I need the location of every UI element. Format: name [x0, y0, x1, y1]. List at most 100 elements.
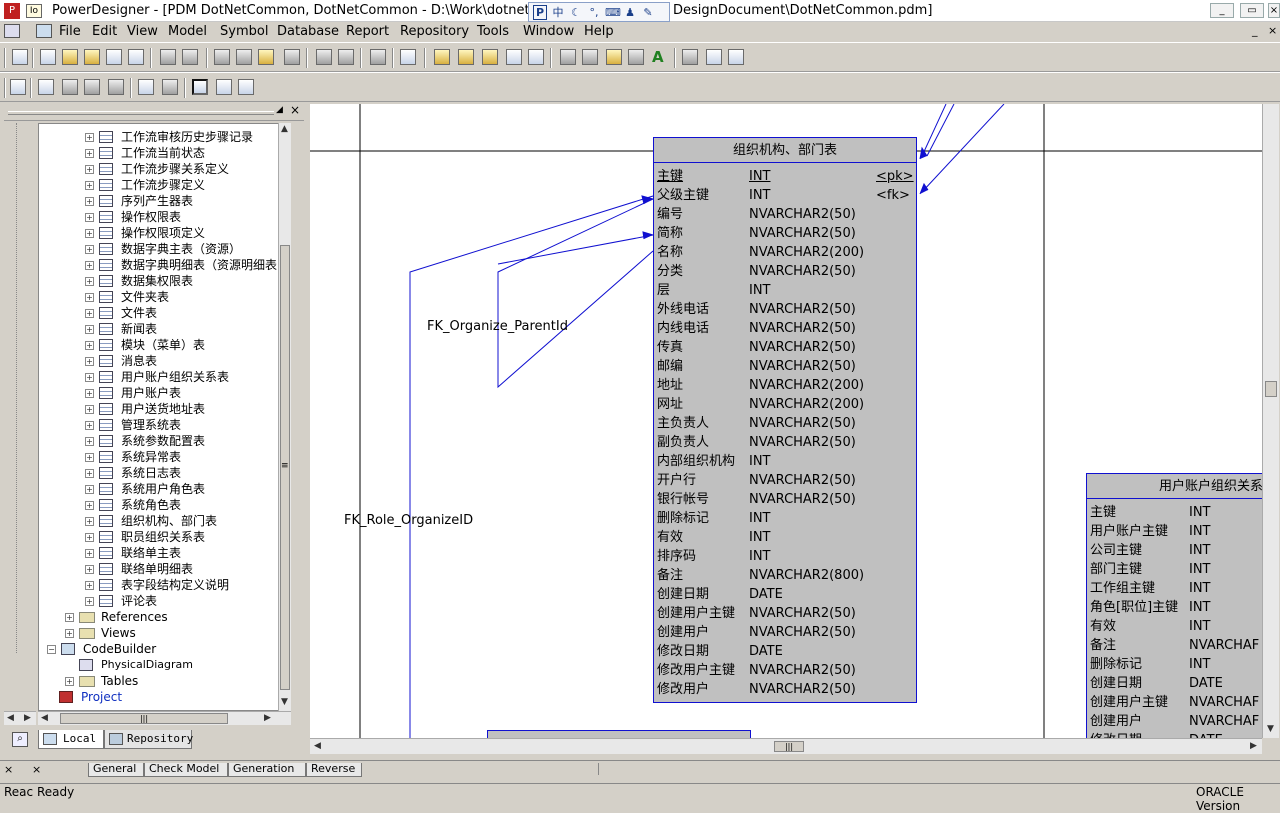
grid-view-icon[interactable]: [238, 79, 254, 95]
ime-chinese-icon[interactable]: 中: [551, 4, 565, 20]
ungroup-icon[interactable]: [582, 49, 598, 65]
expand-toggle[interactable]: +: [85, 533, 94, 542]
expand-toggle[interactable]: +: [85, 197, 94, 206]
tab-reverse[interactable]: Reverse: [306, 763, 362, 777]
copy-icon[interactable]: [236, 49, 252, 65]
menu-tools[interactable]: Tools: [477, 24, 509, 39]
browser-close-icon[interactable]: ×: [290, 103, 300, 117]
print-icon[interactable]: [182, 49, 198, 65]
expand-toggle[interactable]: +: [85, 469, 94, 478]
model-tree[interactable]: + 工作流审核历史步骤记录 + 工作流当前状态 + 工作流步骤关系定义 + 工作流步骤定义 + 序…: [38, 123, 290, 711]
diagram-canvas[interactable]: FK_Organize_ParentId FK_Role_OrganizeID …: [310, 104, 1262, 738]
cascade-icon[interactable]: [162, 79, 178, 95]
ime-moon-icon[interactable]: ☾: [569, 6, 583, 19]
cut-icon[interactable]: [214, 49, 230, 65]
undo-icon[interactable]: [316, 49, 332, 65]
fk-parent-label[interactable]: FK_Organize_ParentId: [427, 319, 568, 334]
minimize-button[interactable]: _: [1210, 3, 1234, 18]
ime-tool-icon[interactable]: ✎: [641, 6, 655, 19]
delete-icon[interactable]: [284, 49, 300, 65]
menu-help[interactable]: Help: [584, 24, 614, 39]
menu-edit[interactable]: Edit: [92, 24, 117, 39]
menu-window[interactable]: Window: [523, 24, 574, 39]
fill-icon[interactable]: [628, 49, 644, 65]
browser-toggle-icon[interactable]: [38, 79, 54, 95]
tab-generation[interactable]: Generation: [228, 763, 306, 777]
menu-symbol[interactable]: Symbol: [220, 24, 268, 39]
output-close-icon-2[interactable]: ×: [32, 763, 41, 776]
back-icon[interactable]: [706, 49, 722, 65]
tab-repository[interactable]: Repository: [104, 730, 193, 749]
expand-toggle[interactable]: +: [85, 389, 94, 398]
expand-toggle[interactable]: +: [85, 517, 94, 526]
forward-icon[interactable]: [728, 49, 744, 65]
save-icon[interactable]: [106, 49, 122, 65]
menu-repository[interactable]: Repository: [400, 24, 469, 39]
impact-icon[interactable]: [528, 49, 544, 65]
mdi-close-button[interactable]: ×: [1268, 24, 1277, 37]
output-toggle-icon[interactable]: [62, 79, 78, 95]
zoom-icon[interactable]: [192, 79, 208, 95]
expand-toggle[interactable]: +: [85, 309, 94, 318]
generate-icon[interactable]: [434, 49, 450, 65]
new-model-icon[interactable]: [12, 49, 28, 65]
menu-file[interactable]: File: [59, 24, 81, 39]
ime-logo-icon[interactable]: P: [533, 4, 547, 20]
list-view-icon[interactable]: [216, 79, 232, 95]
expand-toggle[interactable]: +: [85, 229, 94, 238]
pen-icon[interactable]: [606, 49, 622, 65]
mdi-minimize-button[interactable]: _: [1252, 24, 1258, 37]
model-browser-icon[interactable]: [10, 79, 26, 95]
fk-role-organizeid-line[interactable]: [409, 195, 654, 738]
expand-toggle[interactable]: +: [85, 501, 94, 510]
expand-toggle[interactable]: +: [85, 373, 94, 382]
expand-toggle[interactable]: +: [85, 181, 94, 190]
paste-icon[interactable]: [258, 49, 274, 65]
menu-report[interactable]: Report: [346, 24, 389, 39]
window-toggle-icon[interactable]: [108, 79, 124, 95]
ime-punct-icon[interactable]: °,: [587, 6, 601, 19]
output-close-icon[interactable]: ×: [4, 763, 13, 776]
properties-icon[interactable]: [370, 49, 386, 65]
expand-toggle[interactable]: +: [85, 581, 94, 590]
entity-partial[interactable]: [487, 730, 751, 738]
tile-icon[interactable]: [138, 79, 154, 95]
new-project-icon[interactable]: [62, 49, 78, 65]
expand-toggle[interactable]: +: [85, 357, 94, 366]
expand-toggle[interactable]: +: [85, 245, 94, 254]
expand-toggle[interactable]: +: [85, 453, 94, 462]
tree-vertical-scrollbar[interactable]: ▲ ≡ ▼: [278, 123, 291, 711]
tree-horizontal-scrollbar[interactable]: ◀ ||| ▶: [38, 711, 291, 725]
expand-toggle[interactable]: +: [85, 165, 94, 174]
expand-toggle[interactable]: +: [85, 485, 94, 494]
ime-keyboard-icon[interactable]: ⌨: [605, 6, 621, 19]
entity-user-organize[interactable]: 用户账户组织关系 主键 INT 用户账户主键 INT 公司主键 INT 部门主键 INT 工作组…: [1086, 473, 1262, 738]
expand-toggle[interactable]: +: [85, 277, 94, 286]
menu-model[interactable]: Model: [168, 24, 207, 39]
check-model-icon[interactable]: [400, 49, 416, 65]
mdi-model-icon[interactable]: [36, 24, 52, 38]
ime-user-icon[interactable]: ♟: [623, 6, 637, 19]
group-icon[interactable]: [560, 49, 576, 65]
save-all-icon[interactable]: [128, 49, 144, 65]
entity-organize[interactable]: 组织机构、部门表 主键 INT <pk> 父级主键 INT <fk> 编号 NVARCHAR2…: [653, 137, 917, 703]
expand-toggle[interactable]: +: [85, 261, 94, 270]
open-icon[interactable]: [84, 49, 100, 65]
expand-toggle[interactable]: +: [85, 325, 94, 334]
font-color-icon[interactable]: A: [652, 48, 664, 66]
expand-toggle[interactable]: +: [85, 549, 94, 558]
result-list-icon[interactable]: [84, 79, 100, 95]
expand-toggle[interactable]: +: [85, 597, 94, 606]
expand-toggle[interactable]: +: [85, 341, 94, 350]
print-preview-icon[interactable]: [160, 49, 176, 65]
canvas-horizontal-scrollbar[interactable]: ◀ ||| ▶: [310, 738, 1262, 754]
browser-grip[interactable]: [8, 111, 274, 115]
menu-view[interactable]: View: [127, 24, 158, 39]
expand-toggle[interactable]: +: [85, 565, 94, 574]
expand-toggle[interactable]: +: [85, 293, 94, 302]
browser-search-icon[interactable]: ⌕: [12, 732, 28, 747]
redo-icon[interactable]: [338, 49, 354, 65]
document-icon[interactable]: Io: [26, 4, 42, 18]
browser-pin-icon[interactable]: ◢: [276, 105, 283, 115]
refresh-icon[interactable]: [506, 49, 522, 65]
